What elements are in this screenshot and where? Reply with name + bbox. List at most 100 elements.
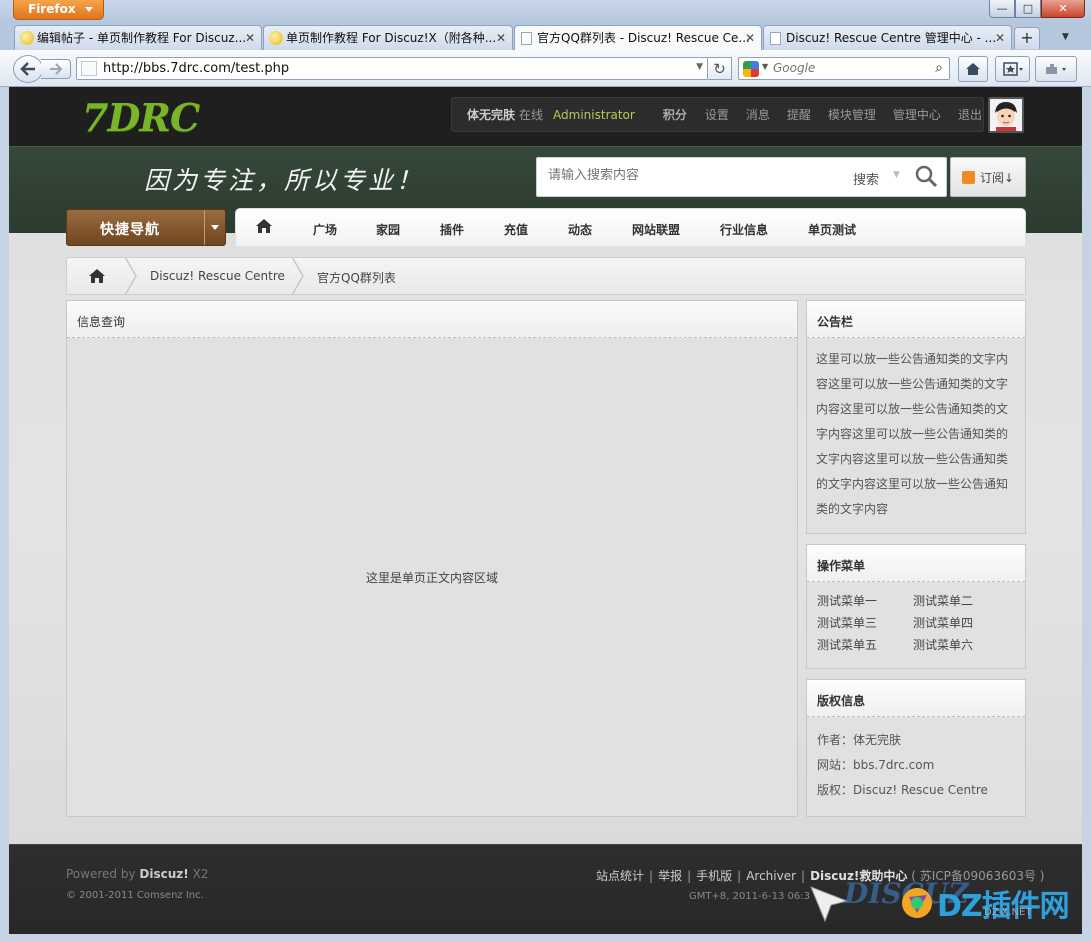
site-logo[interactable]: 7DRC bbox=[82, 95, 200, 140]
archiver-link[interactable]: Archiver bbox=[746, 869, 796, 883]
settings-link[interactable]: 设置 bbox=[705, 106, 729, 123]
browser-search-bar[interactable]: ▼ ⌕ bbox=[738, 57, 950, 80]
addon-button[interactable] bbox=[1035, 56, 1077, 82]
copyright-title: 版权信息 bbox=[807, 680, 1025, 717]
search-icon[interactable]: ⌕ bbox=[935, 60, 943, 76]
reminders-link[interactable]: 提醒 bbox=[787, 106, 811, 123]
username[interactable]: 体无完肤 bbox=[467, 106, 515, 123]
watermark-logo-icon bbox=[902, 888, 932, 918]
user-group[interactable]: Administrator bbox=[553, 108, 635, 122]
nav-item-square[interactable]: 广场 bbox=[313, 221, 337, 238]
menu-item[interactable]: 测试菜单二 bbox=[913, 593, 1009, 610]
report-link[interactable]: 举报 bbox=[658, 869, 682, 883]
tab-title: 编辑帖子 - 单页制作教程 For Discuz... bbox=[37, 31, 247, 45]
browser-search-input[interactable] bbox=[773, 61, 923, 75]
breadcrumb-separator-icon bbox=[292, 257, 304, 295]
menu-item[interactable]: 测试菜单一 bbox=[817, 593, 913, 610]
subscribe-button[interactable]: 订阅↓ bbox=[950, 157, 1026, 197]
nav-item-home[interactable]: 家园 bbox=[376, 221, 400, 238]
bookmarks-button[interactable] bbox=[995, 56, 1030, 82]
web-page: 7DRC 体无完肤 在线 Administrator 积分 设置 消息 提醒 模… bbox=[9, 87, 1082, 934]
nav-item-industry[interactable]: 行业信息 bbox=[720, 221, 768, 238]
quick-nav-button[interactable]: 快捷导航 bbox=[66, 209, 226, 246]
minimize-button[interactable]: — bbox=[989, 0, 1015, 18]
close-window-button[interactable]: ✕ bbox=[1041, 0, 1085, 18]
avatar[interactable] bbox=[988, 97, 1024, 133]
menu-panel: 操作菜单 测试菜单一 测试菜单二 测试菜单三 测试菜单四 测试菜单五 测试菜单六 bbox=[806, 544, 1026, 669]
url-input[interactable] bbox=[103, 60, 673, 77]
notice-text: 这里可以放一些公告通知类的文字内容这里可以放一些公告通知类的文字内容这里可以放一… bbox=[816, 352, 1009, 516]
breadcrumb: Discuz! Rescue Centre 官方QQ群列表 bbox=[66, 257, 1026, 295]
menu-item[interactable]: 测试菜单四 bbox=[913, 615, 1009, 632]
google-engine-icon[interactable] bbox=[743, 61, 759, 77]
browser-tab-3-active[interactable]: 官方QQ群列表 - Discuz! Rescue Ce... ✕ bbox=[514, 25, 762, 51]
firefox-menu-button[interactable]: Firefox bbox=[13, 0, 104, 20]
module-admin-link[interactable]: 模块管理 bbox=[828, 106, 876, 123]
breadcrumb-item[interactable]: 官方QQ群列表 bbox=[317, 269, 396, 286]
puzzle-icon bbox=[1046, 64, 1066, 74]
url-bar[interactable]: ▼ bbox=[76, 57, 708, 80]
reload-button[interactable]: ↻ bbox=[708, 57, 732, 80]
stats-link[interactable]: 站点统计 bbox=[596, 869, 644, 883]
browser-tab-2[interactable]: 单页制作教程 For Discuz!X（附各种... ✕ bbox=[263, 25, 513, 50]
menu-item[interactable]: 测试菜单三 bbox=[817, 615, 913, 632]
footer-copyright[interactable]: © 2001-2011 Comsenz Inc. bbox=[66, 890, 204, 901]
nav-home[interactable] bbox=[256, 219, 272, 236]
nav-item-activity[interactable]: 动态 bbox=[568, 221, 592, 238]
close-tab-icon[interactable]: ✕ bbox=[496, 26, 506, 50]
home-button[interactable] bbox=[958, 56, 988, 82]
engine-dropdown-icon[interactable]: ▼ bbox=[762, 62, 768, 71]
new-tab-button[interactable]: + bbox=[1014, 27, 1040, 49]
window-titlebar: Firefox — □ ✕ bbox=[0, 0, 1091, 24]
page-icon bbox=[521, 32, 532, 45]
search-button[interactable] bbox=[914, 164, 938, 191]
chevron-down-icon bbox=[85, 7, 93, 12]
copyright-author: 作者：体无完肤 bbox=[817, 733, 902, 747]
breadcrumb-home[interactable] bbox=[67, 258, 127, 294]
powered-by: Powered by Discuz! X2 bbox=[66, 867, 208, 881]
nav-item-recharge[interactable]: 充值 bbox=[504, 221, 528, 238]
site-identity-icon[interactable] bbox=[81, 61, 97, 76]
nav-item-alliance[interactable]: 网站联盟 bbox=[632, 221, 680, 238]
messages-link[interactable]: 消息 bbox=[746, 106, 770, 123]
site-search-input[interactable] bbox=[548, 168, 828, 183]
url-dropdown-icon[interactable]: ▼ bbox=[696, 62, 703, 72]
points-link[interactable]: 积分 bbox=[663, 106, 687, 123]
forward-button[interactable] bbox=[41, 59, 71, 79]
menu-title: 操作菜单 bbox=[807, 545, 1025, 582]
browser-tab-4[interactable]: Discuz! Rescue Centre 管理中心 - ... ✕ bbox=[763, 25, 1012, 50]
close-tab-icon[interactable]: ✕ bbox=[995, 26, 1005, 50]
back-button[interactable] bbox=[13, 55, 43, 83]
search-type-select[interactable]: 搜索 bbox=[853, 169, 879, 188]
menu-item[interactable]: 测试菜单五 bbox=[817, 637, 913, 654]
online-status[interactable]: 在线 bbox=[519, 106, 543, 123]
notice-panel: 公告栏 这里可以放一些公告通知类的文字内容这里可以放一些公告通知类的文字内容这里… bbox=[806, 300, 1026, 534]
site-topbar: 7DRC 体无完肤 在线 Administrator 积分 设置 消息 提醒 模… bbox=[9, 87, 1082, 146]
copyright-site: 网站：bbs.7drc.com bbox=[817, 758, 935, 772]
bookmark-star-icon bbox=[1002, 62, 1023, 76]
nav-item-plugins[interactable]: 插件 bbox=[440, 221, 464, 238]
breadcrumb-item[interactable]: Discuz! Rescue Centre bbox=[150, 269, 285, 283]
chevron-down-icon[interactable]: ▼ bbox=[893, 170, 900, 180]
logout-link[interactable]: 退出 bbox=[958, 106, 982, 123]
browser-tab-1[interactable]: 编辑帖子 - 单页制作教程 For Discuz... ✕ bbox=[14, 25, 262, 50]
avatar-face-icon bbox=[990, 99, 1022, 131]
powered-brand-link[interactable]: Discuz! bbox=[139, 867, 188, 881]
window-border-right bbox=[1082, 87, 1091, 942]
window-border-bottom bbox=[0, 934, 1091, 942]
close-tab-icon[interactable]: ✕ bbox=[745, 26, 755, 50]
menu-item[interactable]: 测试菜单六 bbox=[913, 637, 1009, 654]
main-panel-body: 这里是单页正文内容区域 bbox=[365, 571, 498, 585]
mobile-link[interactable]: 手机版 bbox=[696, 869, 732, 883]
site-search-box: 搜索 ▼ bbox=[536, 157, 947, 197]
nav-item-single-page[interactable]: 单页测试 bbox=[808, 221, 856, 238]
tab-title: 官方QQ群列表 - Discuz! Rescue Ce... bbox=[537, 31, 750, 45]
admin-center-link[interactable]: 管理中心 bbox=[893, 106, 941, 123]
maximize-button[interactable]: □ bbox=[1015, 0, 1041, 18]
cursor-arrow-icon bbox=[810, 886, 849, 923]
watermark-dz: DZ插件网 bbox=[937, 889, 1070, 924]
tab-list-icon[interactable]: ▼ bbox=[1062, 32, 1069, 42]
chevron-down-icon[interactable] bbox=[211, 225, 219, 230]
main-nav: 广场 家园 插件 充值 动态 网站联盟 行业信息 单页测试 bbox=[235, 208, 1026, 246]
close-tab-icon[interactable]: ✕ bbox=[245, 26, 255, 50]
